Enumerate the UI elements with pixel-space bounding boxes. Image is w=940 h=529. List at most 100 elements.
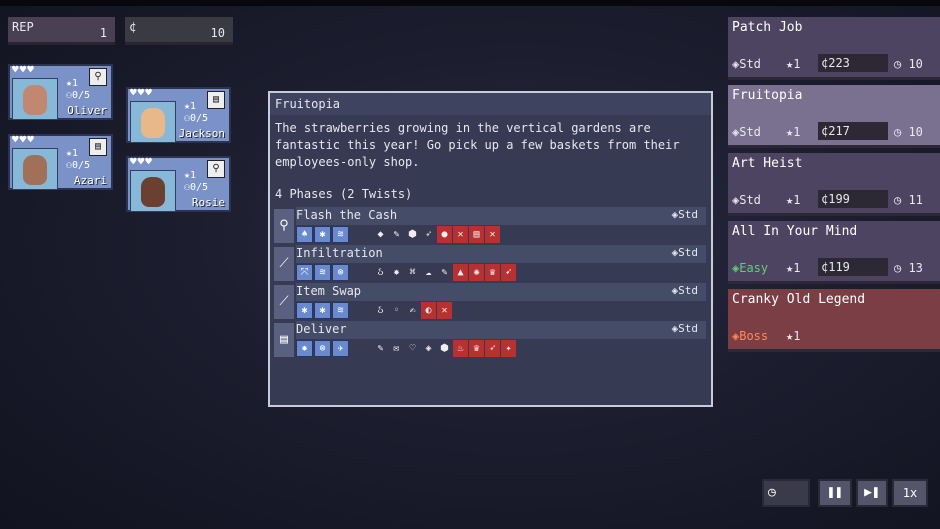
agent-portrait: [130, 170, 176, 212]
requirement-icon: ➶: [485, 340, 500, 357]
agent-level: ★1: [66, 148, 79, 159]
mission-detail-panel: Fruitopia The strawberries growing in th…: [268, 91, 713, 407]
requirement-icon: ◐: [421, 302, 436, 319]
agent-hearts: ♥♥♥: [12, 63, 35, 76]
mission-pay: ¢223: [818, 54, 888, 72]
agent-xp: ⚇0/5: [184, 182, 209, 193]
agent-hearts: ♥♥♥: [130, 86, 153, 99]
agent-card[interactable]: ♥♥♥ ▤ ★1 ⚇0/5 Jackson: [126, 86, 231, 143]
pause-icon: ❚❚: [827, 485, 843, 500]
agent-hearts: ♥♥♥: [12, 133, 35, 146]
skill-icon: ⤧: [296, 264, 313, 281]
phase-type-icon: ⟋: [274, 247, 294, 281]
mission-difficulty: ◈Easy: [732, 261, 769, 275]
skip-icon: ▶❚: [864, 485, 880, 500]
mission-time: ◷ 13: [894, 261, 923, 275]
mission-card[interactable]: Art Heist ◈Std ★1 ¢199 ◷ 11: [728, 153, 940, 216]
agent-portrait: [12, 78, 58, 120]
agent-card[interactable]: ♥♥♥ ⚲ ★1 ⚇0/5 Rosie: [126, 155, 231, 212]
requirement-icon: ⬢: [440, 343, 449, 354]
requirement-icon: ♛: [485, 264, 500, 281]
speed-label: 1x: [902, 486, 918, 500]
requirement-icon: ✎: [441, 267, 448, 278]
requirement-icon: ✎: [377, 343, 384, 354]
agent-type-icon: ▤: [89, 138, 107, 156]
requirement-icon: ✕: [485, 226, 500, 243]
requirement-icon: ●: [437, 226, 452, 243]
requirement-icon: ➶: [425, 229, 432, 240]
skill-icon: ⊗: [332, 264, 349, 281]
phase-name: Item Swap: [296, 284, 362, 298]
phase-header: Item Swap ◈Std: [296, 283, 706, 301]
agent-portrait: [12, 148, 58, 190]
requirement-icon: ♡: [409, 343, 416, 354]
detail-header: Fruitopia: [270, 93, 711, 115]
phase-tag: ◈Std: [671, 246, 699, 259]
requirement-icon: ✕: [453, 226, 468, 243]
requirement-icon: ✎: [393, 229, 400, 240]
mission-difficulty: ◈Std: [732, 125, 761, 139]
skill-icon: ✱: [296, 302, 313, 319]
mission-pay: ¢199: [818, 190, 888, 208]
agent-face: [141, 177, 165, 207]
mission-stars: ★1: [786, 261, 801, 275]
mission-time: ◷ 10: [894, 57, 923, 71]
requirement-icon: ♨: [453, 340, 468, 357]
agent-xp: ⚇0/5: [184, 113, 209, 124]
agent-level: ★1: [184, 101, 197, 112]
speed-button[interactable]: 1x: [892, 479, 928, 507]
skill-icon: ✸: [296, 340, 313, 357]
mission-pay: ¢217: [818, 122, 888, 140]
mission-difficulty: ◈Std: [732, 193, 761, 207]
agent-level: ★1: [184, 170, 197, 181]
phase-requirements: ઠ ✸ ⌘ ☁ ✎ ▲ ✺ ♛ ➹: [373, 264, 516, 282]
mission-pay: ¢119: [818, 258, 888, 276]
mission-card[interactable]: Patch Job ◈Std ★1 ¢223 ◷ 10: [728, 17, 940, 80]
requirement-icon: ♛: [469, 340, 484, 357]
agent-name: Oliver: [67, 104, 107, 117]
agent-face: [23, 85, 47, 115]
agent-name: Jackson: [178, 127, 225, 140]
agent-card[interactable]: ♥♥♥ ⚲ ★1 ⚇0/5 Oliver: [8, 63, 113, 120]
skip-button[interactable]: ▶❚: [856, 479, 888, 507]
clock-icon: ◷: [768, 485, 776, 500]
cash-value: 10: [210, 26, 225, 40]
mission-card[interactable]: Fruitopia ◈Std ★1 ¢217 ◷ 10: [728, 85, 940, 148]
phase-header: Flash the Cash ◈Std: [296, 207, 706, 225]
phase-type-icon: ⟋: [274, 285, 294, 319]
requirement-icon: ☁: [425, 267, 432, 278]
mission-stars: ★1: [786, 125, 801, 139]
requirement-icon: ⌘: [409, 267, 416, 278]
phase-row: ▤ Deliver ◈Std ✸ ⊗ ✈ ✎ ✉ ♡ ◈ ⬢ ♨ ♛ ➶ ✦: [274, 321, 706, 357]
phase-row: ⟋ Infiltration ◈Std ⤧ ≋ ⊗ ઠ ✸ ⌘ ☁ ✎ ▲ ✺ ♛ ➹: [274, 245, 706, 281]
mission-time: ◷ 11: [894, 193, 923, 207]
skill-icon: ♠: [296, 226, 313, 243]
requirement-icon: ◆: [377, 229, 384, 240]
requirement-icon: ઠ: [377, 267, 384, 278]
mission-card[interactable]: Cranky Old Legend ◈Boss ★1: [728, 289, 940, 352]
rep-value: 1: [99, 26, 107, 40]
agent-name: Azari: [73, 174, 107, 187]
agent-xp: ⚇0/5: [66, 160, 91, 171]
phase-type-icon: ▤: [274, 323, 294, 357]
cash-label: ¢: [129, 20, 137, 34]
mission-name: Fruitopia: [732, 88, 803, 103]
mission-stars: ★1: [786, 329, 801, 343]
phase-skills: ♠ ✱ ≋: [296, 226, 349, 244]
agent-level: ★1: [66, 78, 79, 89]
phases-label: 4 Phases (2 Twists): [275, 187, 413, 201]
skill-icon: ≋: [332, 302, 349, 319]
mission-difficulty: ◈Std: [732, 57, 761, 71]
agent-type-icon: ⚲: [207, 160, 225, 178]
requirement-icon: ◈: [425, 343, 432, 354]
mission-card[interactable]: All In Your Mind ◈Easy ★1 ¢119 ◷ 13: [728, 221, 940, 284]
phase-header: Infiltration ◈Std: [296, 245, 706, 263]
mission-difficulty: ◈Boss: [732, 329, 769, 343]
pause-button[interactable]: ❚❚: [818, 479, 852, 507]
mission-name: Cranky Old Legend: [732, 292, 866, 307]
rep-counter: REP 1: [8, 17, 115, 45]
skill-icon: ✱: [314, 302, 331, 319]
agent-face: [141, 108, 165, 138]
clock-display: ◷: [762, 479, 810, 507]
agent-card[interactable]: ♥♥♥ ▤ ★1 ⚇0/5 Azari: [8, 133, 113, 190]
